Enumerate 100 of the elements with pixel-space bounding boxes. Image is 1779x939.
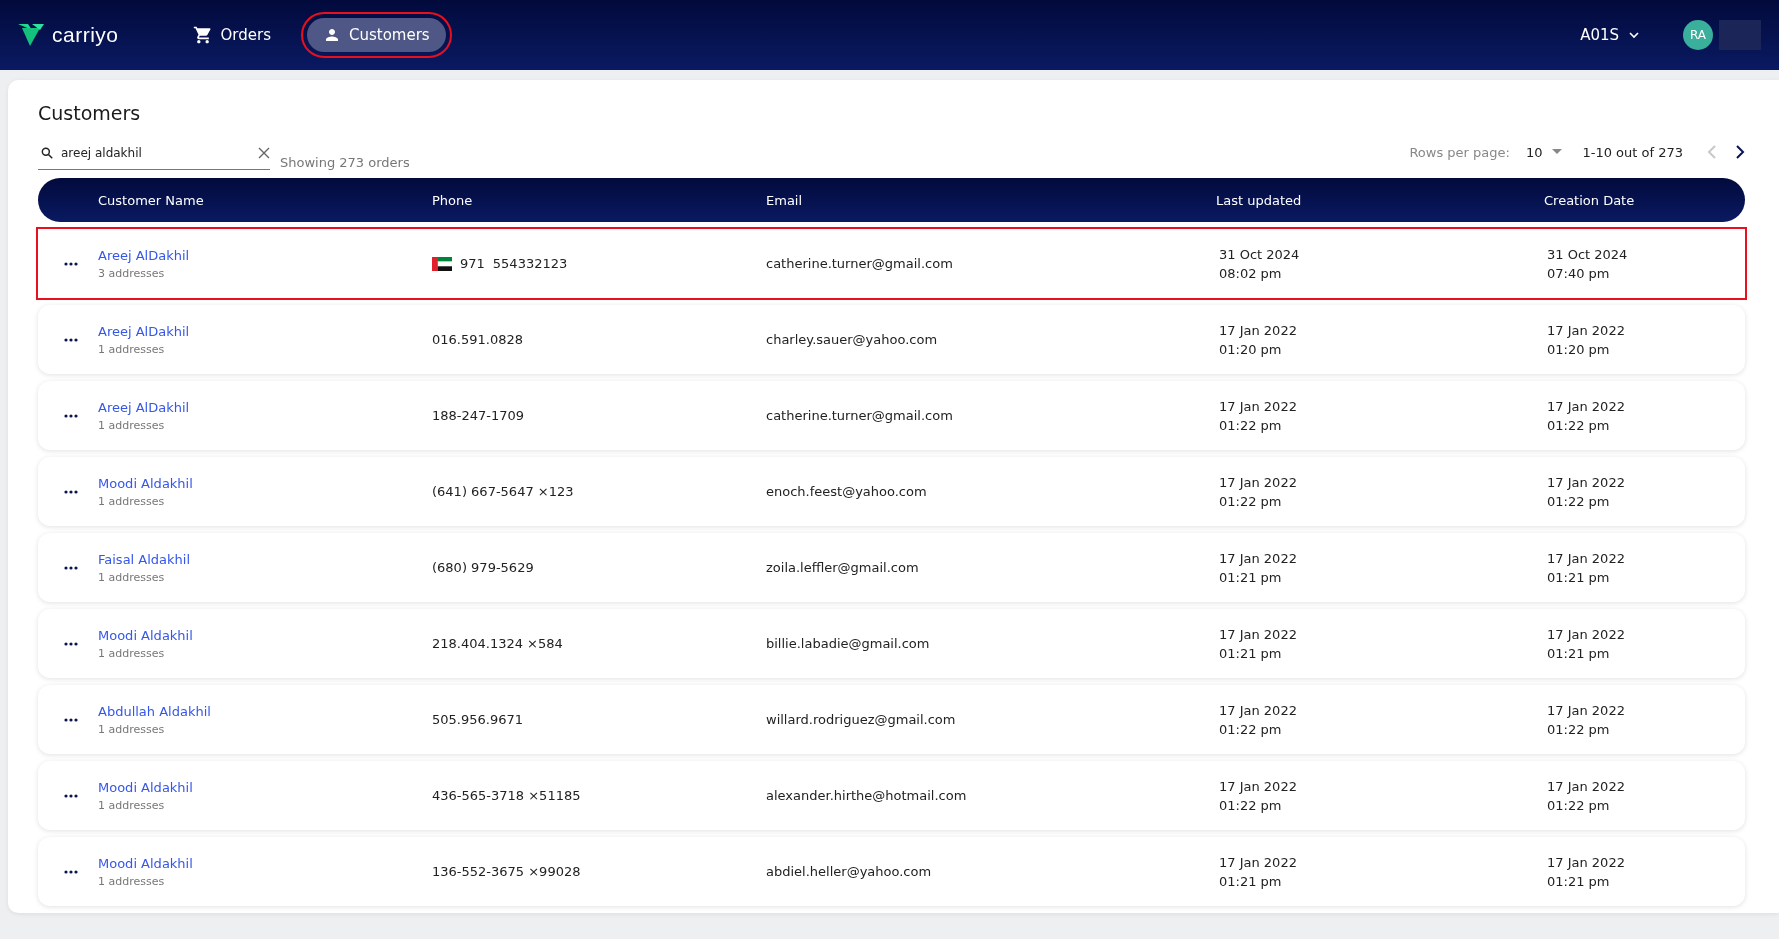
created-time: 01:22 pm bbox=[1547, 721, 1611, 737]
customer-row[interactable]: Moodi Aldakhil 1 addresses 436-565-3718 ×51185 alexander.hirthe@hotmail.com 17 Jan 2022 01:22 pm 17 Jan 2022 01:22 pm bbox=[38, 761, 1745, 830]
updated-date: 17 Jan 2022 bbox=[1219, 702, 1298, 718]
email-cell-text: zoila.leffler@gmail.com bbox=[766, 560, 920, 575]
phone-number: 218.404.1324 ×584 bbox=[432, 636, 563, 651]
email-cell-text: charley.sauer@yahoo.com bbox=[766, 332, 939, 347]
nav-tab[interactable]: Orders bbox=[176, 17, 287, 53]
updated-date: 17 Jan 2022 bbox=[1219, 322, 1298, 338]
email-cell-text: enoch.feest@yahoo.com bbox=[766, 484, 928, 499]
email-cell-text: catherine.turner@gmail.com bbox=[766, 256, 954, 271]
created-date: 17 Jan 2022 bbox=[1547, 322, 1626, 338]
address-count: 1 addresses bbox=[98, 798, 166, 812]
updated-time: 01:22 pm bbox=[1219, 721, 1283, 737]
logo-wordmark: carriyo bbox=[52, 23, 119, 47]
updated-time: 01:22 pm bbox=[1219, 417, 1283, 433]
address-count: 1 addresses bbox=[98, 646, 166, 660]
customer-row[interactable]: Areej AlDakhil 1 addresses 016.591.0828 charley.sauer@yahoo.com 17 Jan 2022 01:20 pm 17 Jan 2022 01:20 pm bbox=[38, 305, 1745, 374]
customer-row[interactable]: Areej AlDakhil 1 addresses 188-247-1709 catherine.turner@gmail.com 17 Jan 2022 01:22 pm 17 Jan 2022 01:22 pm bbox=[38, 381, 1745, 450]
address-count: 3 addresses bbox=[98, 266, 166, 280]
customer-name-link[interactable]: Moodi Aldakhil bbox=[98, 627, 432, 643]
customer-name-link[interactable]: Faisal Aldakhil bbox=[98, 551, 432, 567]
email-cell-text: catherine.turner@gmail.com bbox=[766, 408, 954, 423]
clear-icon[interactable] bbox=[258, 147, 270, 159]
customer-row[interactable]: Moodi Aldakhil 1 addresses 218.404.1324 ×584 billie.labadie@gmail.com 17 Jan 2022 01:21 pm 17 Jan 2022 01:21 pm bbox=[38, 609, 1745, 678]
phone-number: 554332123 bbox=[492, 256, 568, 271]
phone-number: (680) 979-5629 bbox=[432, 560, 534, 575]
address-count: 1 addresses bbox=[98, 722, 166, 736]
caret-down-icon bbox=[1552, 149, 1563, 155]
email-cell-text: willard.rodriguez@gmail.com bbox=[766, 712, 957, 727]
email-cell-text: abdiel.heller@yahoo.com bbox=[766, 864, 933, 879]
created-time: 01:20 pm bbox=[1547, 341, 1611, 357]
customer-row[interactable]: Moodi Aldakhil 1 addresses 136-552-3675 ×99028 abdiel.heller@yahoo.com 17 Jan 2022 01:21 pm 17 Jan 2022 01:21 pm bbox=[38, 837, 1745, 906]
customer-name-link[interactable]: Moodi Aldakhil bbox=[98, 475, 432, 491]
customer-name-link[interactable]: Areej AlDakhil bbox=[98, 323, 432, 339]
phone-number: 136-552-3675 ×99028 bbox=[432, 864, 581, 879]
more-options-icon[interactable] bbox=[64, 337, 78, 342]
user-name-block bbox=[1719, 20, 1761, 50]
address-count: 1 addresses bbox=[98, 494, 166, 508]
created-date: 17 Jan 2022 bbox=[1547, 854, 1626, 870]
customer-row[interactable]: Moodi Aldakhil 1 addresses (641) 667-5647 ×123 enoch.feest@yahoo.com 17 Jan 2022 01:22 pm 17 Jan 2022 01:22 pm bbox=[38, 457, 1745, 526]
created-date: 17 Jan 2022 bbox=[1547, 398, 1626, 414]
more-options-icon[interactable] bbox=[64, 413, 78, 418]
more-options-icon[interactable] bbox=[64, 489, 78, 494]
rows-per-page-select[interactable]: 10 bbox=[1519, 143, 1569, 161]
more-options-icon[interactable] bbox=[64, 793, 78, 798]
more-options-icon[interactable] bbox=[64, 261, 78, 266]
more-options-icon[interactable] bbox=[64, 565, 78, 570]
phone-number: 505.956.9671 bbox=[432, 712, 523, 727]
customer-row[interactable]: Faisal Aldakhil 1 addresses (680) 979-5629 zoila.leffler@gmail.com 17 Jan 2022 01:21 pm 17 Jan 2022 01:21 pm bbox=[38, 533, 1745, 602]
more-options-icon[interactable] bbox=[64, 869, 78, 874]
column-header: Creation Date bbox=[1544, 192, 1636, 208]
created-date: 17 Jan 2022 bbox=[1547, 702, 1626, 718]
customer-name-link[interactable]: Moodi Aldakhil bbox=[98, 779, 432, 795]
updated-time: 01:22 pm bbox=[1219, 493, 1283, 509]
cart-icon bbox=[192, 25, 213, 45]
customer-name-link[interactable]: Areej AlDakhil bbox=[98, 247, 432, 263]
address-count: 1 addresses bbox=[98, 570, 166, 584]
phone-number: 016.591.0828 bbox=[432, 332, 523, 347]
updated-time: 01:20 pm bbox=[1219, 341, 1283, 357]
created-time: 01:22 pm bbox=[1547, 493, 1611, 509]
search-icon bbox=[40, 146, 54, 160]
updated-date: 17 Jan 2022 bbox=[1219, 854, 1298, 870]
created-date: 17 Jan 2022 bbox=[1547, 550, 1626, 566]
created-time: 01:21 pm bbox=[1547, 569, 1611, 585]
phone-number: 188-247-1709 bbox=[432, 408, 525, 423]
page-title: Customers bbox=[38, 102, 142, 124]
updated-date: 17 Jan 2022 bbox=[1219, 778, 1298, 794]
account-dropdown[interactable]: A01S bbox=[1574, 25, 1645, 45]
email-cell-text: billie.labadie@gmail.com bbox=[766, 636, 931, 651]
rows-per-page-label: Rows per page: bbox=[1409, 144, 1510, 160]
address-count: 1 addresses bbox=[98, 418, 166, 432]
page-range: 1-10 out of 273 bbox=[1582, 144, 1683, 160]
created-time: 01:22 pm bbox=[1547, 797, 1611, 813]
more-options-icon[interactable] bbox=[64, 717, 78, 722]
updated-date: 17 Jan 2022 bbox=[1219, 550, 1298, 566]
created-date: 17 Jan 2022 bbox=[1547, 474, 1626, 490]
customer-name-link[interactable]: Areej AlDakhil bbox=[98, 399, 432, 415]
column-header: Customer Name bbox=[98, 192, 205, 208]
result-count: Showing 273 orders bbox=[280, 155, 410, 170]
email-cell-text: alexander.hirthe@hotmail.com bbox=[766, 788, 968, 803]
phone-number: 436-565-3718 ×51185 bbox=[432, 788, 581, 803]
search-bar[interactable]: areej aldakhil bbox=[38, 146, 270, 170]
updated-date: 17 Jan 2022 bbox=[1219, 474, 1298, 490]
customer-row[interactable]: Abdullah Aldakhil 1 addresses 505.956.9671 willard.rodriguez@gmail.com 17 Jan 2022 01:22 pm 17 Jan 2022 01:22 pm bbox=[38, 685, 1745, 754]
updated-time: 08:02 pm bbox=[1219, 265, 1283, 281]
created-date: 31 Oct 2024 bbox=[1547, 246, 1629, 262]
created-time: 01:22 pm bbox=[1547, 417, 1611, 433]
column-header: Last updated bbox=[1216, 192, 1303, 208]
more-options-icon[interactable] bbox=[64, 641, 78, 646]
next-page-icon[interactable] bbox=[1735, 145, 1745, 159]
phone-number: (641) 667-5647 ×123 bbox=[432, 484, 574, 499]
updated-time: 01:21 pm bbox=[1219, 645, 1283, 661]
created-time: 01:21 pm bbox=[1547, 645, 1611, 661]
chevron-down-icon bbox=[1629, 31, 1639, 39]
customer-name-link[interactable]: Abdullah Aldakhil bbox=[98, 703, 432, 719]
created-time: 01:21 pm bbox=[1547, 873, 1611, 889]
updated-time: 01:21 pm bbox=[1219, 873, 1283, 889]
updated-date: 31 Oct 2024 bbox=[1219, 246, 1301, 262]
updated-date: 17 Jan 2022 bbox=[1219, 626, 1298, 642]
customer-name-link[interactable]: Moodi Aldakhil bbox=[98, 855, 432, 871]
